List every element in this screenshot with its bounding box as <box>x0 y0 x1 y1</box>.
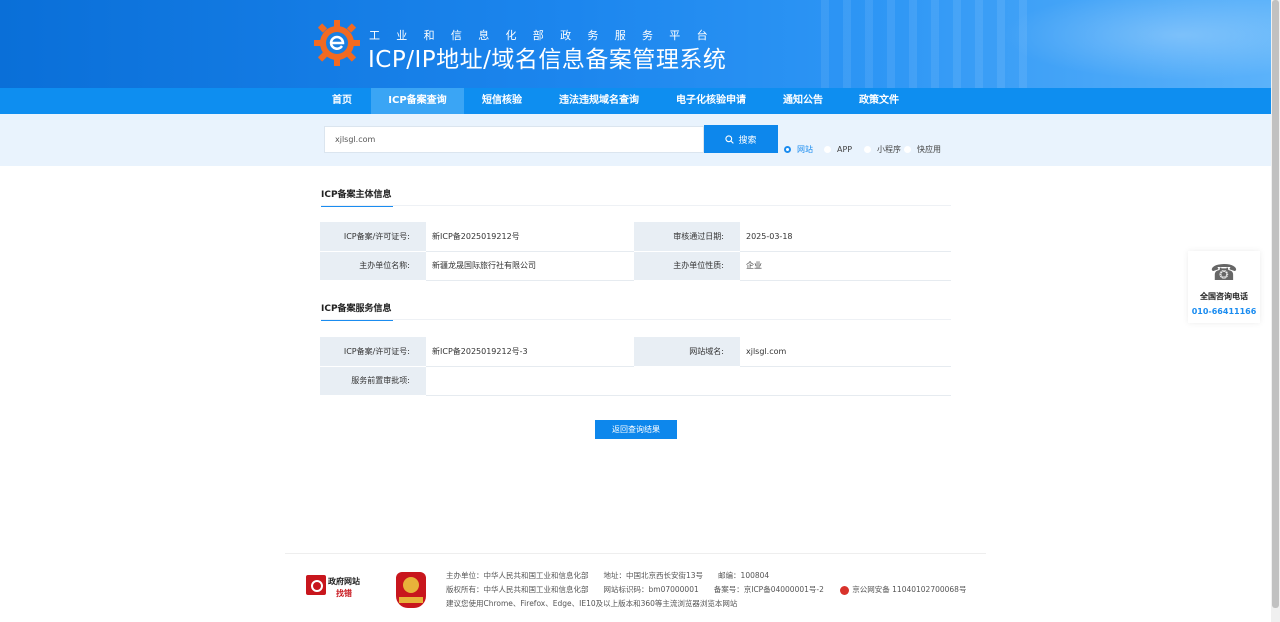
findbad-icon <box>306 575 326 595</box>
page-scrollbar[interactable] <box>1271 0 1280 622</box>
header-glow <box>971 0 1271 88</box>
radio-label: 网站 <box>797 144 813 154</box>
radio-label: 小程序 <box>877 144 901 154</box>
radio-dot <box>904 145 911 153</box>
radio-dot <box>824 145 831 153</box>
emblem-ribbon <box>399 597 423 603</box>
radio-app[interactable]: APP <box>824 143 852 155</box>
search-input[interactable] <box>324 126 704 153</box>
phone-icon: ☎ <box>1210 261 1238 286</box>
nav-item-illegal-domain[interactable]: 违法违规域名查询 <box>548 88 650 114</box>
radio-label: 快应用 <box>917 144 941 154</box>
search-icon <box>725 134 735 144</box>
section-divider <box>321 319 951 320</box>
footer-host-info: 主办单位：中华人民共和国工业和信息化部 地址：中国北京西长安街13号 邮编：10… <box>446 571 770 580</box>
police-record-link[interactable]: 京公网安备 11040102700068号 <box>840 585 967 595</box>
radio-label: APP <box>837 144 853 154</box>
license-label: ICP备案/许可证号: <box>320 222 426 252</box>
radio-quick-app[interactable]: 快应用 <box>904 143 941 155</box>
table-row: ICP备案/许可证号: 新ICP备2025019212号 审核通过日期: 202… <box>320 222 951 252</box>
emblem-star <box>403 577 419 593</box>
org-name-label: 主办单位名称: <box>320 251 426 281</box>
service-info-title: ICP备案服务信息 <box>321 301 393 321</box>
org-type-label: 主办单位性质: <box>634 251 740 281</box>
radio-dot <box>864 145 871 153</box>
nav-item-sms-verify[interactable]: 短信核验 <box>470 88 534 114</box>
preapproval-value <box>426 366 951 396</box>
party-gov-emblem-icon[interactable] <box>396 572 426 608</box>
consult-phone-card[interactable]: ☎ 全国咨询电话 010-66411166 <box>1188 251 1260 323</box>
approve-date-label: 审核通过日期: <box>634 222 740 252</box>
subject-info-table: ICP备案/许可证号: 新ICP备2025019212号 审核通过日期: 202… <box>320 222 951 281</box>
approve-date-value: 2025-03-18 <box>740 222 951 252</box>
police-badge-icon <box>840 585 850 595</box>
service-license-label: ICP备案/许可证号: <box>320 337 426 367</box>
consult-label: 全国咨询电话 <box>1200 292 1248 301</box>
table-row: 主办单位名称: 新疆龙晟国际旅行社有限公司 主办单位性质: 企业 <box>320 251 951 281</box>
back-to-results-button[interactable]: 返回查询结果 <box>595 420 677 439</box>
radio-website[interactable]: 网站 <box>784 143 813 155</box>
footer-browser-tip: 建议您使用Chrome、Firefox、Edge、IE10及以上版本和360等主… <box>446 599 738 608</box>
radio-dot <box>784 145 791 153</box>
service-license-value: 新ICP备2025019212号-3 <box>426 337 634 367</box>
table-row: ICP备案/许可证号: 新ICP备2025019212号-3 网站域名: xjl… <box>320 337 951 367</box>
page-title: ICP/IP地址/域名信息备案管理系统 <box>368 47 727 73</box>
nav-item-notices[interactable]: 通知公告 <box>772 88 834 114</box>
findbad-label-1: 政府网站 <box>328 577 360 586</box>
miit-logo-icon <box>314 20 360 66</box>
scrollbar-thumb[interactable] <box>1272 0 1279 608</box>
preapproval-label: 服务前置审批项: <box>320 366 426 396</box>
search-button-label: 搜索 <box>738 135 757 146</box>
gov-site-findbad-link[interactable]: 政府网站 找错 <box>306 573 368 601</box>
section-divider <box>321 205 951 206</box>
radio-mini-program[interactable]: 小程序 <box>864 143 901 155</box>
nav-item-e-verify[interactable]: 电子化核验申请 <box>666 88 756 114</box>
license-value: 新ICP备2025019212号 <box>426 222 634 252</box>
main-nav: 首页 ICP备案查询 短信核验 违法违规域名查询 电子化核验申请 通知公告 政策… <box>0 88 1271 114</box>
footer-copyright-text: 版权所有：中华人民共和国工业和信息化部 网站标识码：bm07000001 备案号… <box>446 585 824 594</box>
nav-item-policies[interactable]: 政策文件 <box>848 88 910 114</box>
footer-divider <box>285 553 986 554</box>
search-button[interactable]: 搜索 <box>704 125 778 153</box>
site-header: 工业和信息化部政务服务平台 ICP/IP地址/域名信息备案管理系统 <box>0 0 1271 88</box>
domain-label: 网站域名: <box>634 337 740 367</box>
org-name-value: 新疆龙晟国际旅行社有限公司 <box>426 251 634 281</box>
org-type-value: 企业 <box>740 251 951 281</box>
table-row: 服务前置审批项: <box>320 366 951 396</box>
service-info-table: ICP备案/许可证号: 新ICP备2025019212号-3 网站域名: xjl… <box>320 337 951 396</box>
nav-item-icp-query[interactable]: ICP备案查询 <box>371 88 464 114</box>
police-record-text: 京公网安备 11040102700068号 <box>852 585 967 594</box>
subject-info-title: ICP备案主体信息 <box>321 187 393 207</box>
consult-phone-number: 010-66411166 <box>1191 307 1257 316</box>
domain-value: xjlsgl.com <box>740 337 951 367</box>
findbad-label-2: 找错 <box>336 589 352 598</box>
footer-copyright: 版权所有：中华人民共和国工业和信息化部 网站标识码：bm07000001 备案号… <box>446 584 966 595</box>
nav-item-home[interactable]: 首页 <box>317 88 367 114</box>
